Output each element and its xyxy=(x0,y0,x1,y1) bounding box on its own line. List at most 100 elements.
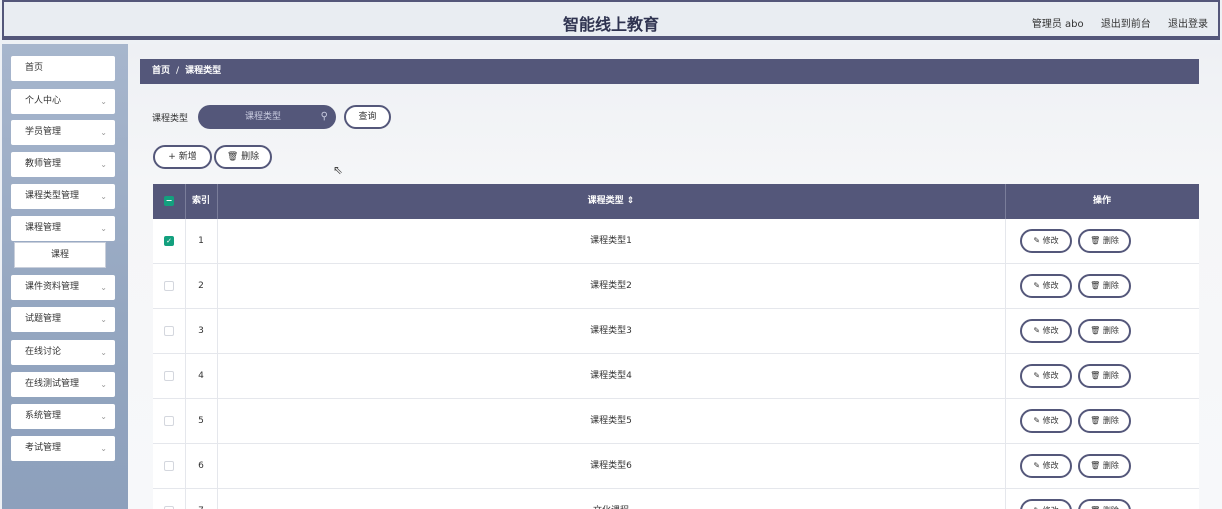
trash-icon: 🗑 xyxy=(1090,416,1101,425)
sidebar-item-personal-center[interactable]: 个人中心 ⌄ xyxy=(11,89,115,114)
delete-label: 删除 xyxy=(1102,281,1119,290)
row-delete-button[interactable]: 🗑 删除 xyxy=(1078,274,1131,298)
sidebar-item-teachers[interactable]: 教师管理 ⌄ xyxy=(11,152,115,177)
pencil-icon: ✎ xyxy=(1033,416,1041,425)
chevron-up-icon: ⌄ xyxy=(100,224,107,233)
trash-icon: 🗑 xyxy=(1090,371,1101,380)
header-operations: 操作 xyxy=(1092,196,1111,206)
trash-icon: 🗑 xyxy=(1090,281,1101,290)
row-delete-button[interactable]: 🗑 删除 xyxy=(1078,229,1131,253)
row-course-type: 课程类型3 xyxy=(590,326,632,336)
chevron-down-icon: ⌄ xyxy=(100,315,107,324)
delete-label: 删除 xyxy=(1102,371,1119,380)
sidebar-item-label: 课件资料管理 xyxy=(25,282,80,292)
edit-label: 修改 xyxy=(1042,461,1059,470)
main-content: 首页 / 课程类型 课程类型 课程类型 ⚲ 查询 + 新增 🗑 删除 ⇖ − 索引 … xyxy=(128,44,1222,509)
sidebar-item-label: 首页 xyxy=(25,63,44,73)
sidebar-item-online-tests[interactable]: 在线测试管理 ⌄ xyxy=(11,372,115,397)
row-checkbox[interactable] xyxy=(164,461,174,471)
table-row: 5 课程类型5 ✎ 修改 🗑 删除 xyxy=(153,399,1199,444)
back-to-front-link[interactable]: 退出到前台 xyxy=(1101,19,1151,30)
header-course-type[interactable]: 课程类型 ⇕ xyxy=(217,184,1005,219)
sidebar-item-label: 试题管理 xyxy=(25,314,62,324)
chevron-down-icon: ⌄ xyxy=(100,160,107,169)
row-course-type: 课程类型1 xyxy=(590,236,632,246)
breadcrumb-separator: / xyxy=(176,66,180,76)
edit-button[interactable]: ✎ 修改 xyxy=(1020,274,1072,298)
sidebar-item-label: 个人中心 xyxy=(25,96,62,106)
chevron-down-icon: ⌄ xyxy=(100,444,107,453)
header-links: 管理员 abo 退出到前台 退出登录 xyxy=(1018,15,1208,30)
sidebar-item-label: 系统管理 xyxy=(25,411,62,421)
edit-button[interactable]: ✎ 修改 xyxy=(1020,319,1072,343)
row-checkbox[interactable] xyxy=(164,371,174,381)
edit-label: 修改 xyxy=(1042,416,1059,425)
edit-button[interactable]: ✎ 修改 xyxy=(1020,364,1072,388)
search-icon: ⚲ xyxy=(320,111,328,122)
checkbox-indeterminate-icon[interactable]: − xyxy=(164,196,174,206)
search-label: 课程类型 xyxy=(152,114,189,124)
logout-link[interactable]: 退出登录 xyxy=(1168,19,1208,30)
edit-label: 修改 xyxy=(1042,371,1059,380)
table-row: 6 课程类型6 ✎ 修改 🗑 删除 xyxy=(153,444,1199,489)
breadcrumb-current: 课程类型 xyxy=(185,66,222,76)
search-input[interactable]: 课程类型 ⚲ xyxy=(198,105,336,129)
chevron-down-icon: ⌄ xyxy=(100,97,107,106)
delete-label: 删除 xyxy=(1102,461,1119,470)
chevron-down-icon: ⌄ xyxy=(100,412,107,421)
pencil-icon: ✎ xyxy=(1033,281,1041,290)
row-delete-button[interactable]: 🗑 删除 xyxy=(1078,364,1131,388)
pencil-icon: ✎ xyxy=(1033,236,1041,245)
sidebar-subitem-course[interactable]: 课程 xyxy=(14,242,106,268)
search-placeholder: 课程类型 xyxy=(245,112,282,122)
row-index: 3 xyxy=(198,326,204,336)
edit-button[interactable]: ✎ 修改 xyxy=(1020,409,1072,433)
row-checkbox[interactable] xyxy=(164,326,174,336)
row-course-type: 课程类型5 xyxy=(590,416,632,426)
sidebar-item-materials[interactable]: 课件资料管理 ⌄ xyxy=(11,275,115,300)
row-index: 7 xyxy=(185,489,217,509)
header-select-all[interactable]: − xyxy=(153,184,185,219)
course-type-table: − 索引 课程类型 ⇕ 操作 ✓ 1 课程类型1 ✎ 修改 🗑 删除 2 课程类型2 ✎ 修改… xyxy=(153,184,1199,509)
add-button[interactable]: + 新增 xyxy=(153,145,212,169)
trash-icon: 🗑 xyxy=(1090,236,1101,245)
row-index: 2 xyxy=(198,281,204,291)
sidebar-item-questions[interactable]: 试题管理 ⌄ xyxy=(11,307,115,332)
row-index: 5 xyxy=(198,416,204,426)
sidebar: 首页 个人中心 ⌄ 学员管理 ⌄ 教师管理 ⌄ 课程类型管理 ⌄ 课程管理 ⌄ … xyxy=(2,44,128,509)
edit-button[interactable]: ✎ 修改 xyxy=(1020,499,1072,509)
sidebar-item-discussion[interactable]: 在线讨论 ⌄ xyxy=(11,340,115,365)
sidebar-item-label: 课程管理 xyxy=(25,223,62,233)
mouse-cursor-icon: ⇖ xyxy=(333,163,344,177)
sidebar-item-course-types[interactable]: 课程类型管理 ⌄ xyxy=(11,184,115,209)
breadcrumb-home[interactable]: 首页 xyxy=(152,66,170,76)
row-course-type: 文化课程 xyxy=(217,489,1005,509)
chevron-down-icon: ⌄ xyxy=(100,283,107,292)
row-delete-button[interactable]: 🗑 删除 xyxy=(1078,409,1131,433)
sidebar-item-students[interactable]: 学员管理 ⌄ xyxy=(11,120,115,145)
sidebar-item-home[interactable]: 首页 xyxy=(11,56,115,81)
row-delete-button[interactable]: 🗑 删除 xyxy=(1078,454,1131,478)
sidebar-item-courses[interactable]: 课程管理 ⌄ xyxy=(11,216,115,241)
sidebar-item-system[interactable]: 系统管理 ⌄ xyxy=(11,404,115,429)
edit-label: 修改 xyxy=(1042,236,1059,245)
sidebar-item-label: 考试管理 xyxy=(25,443,62,453)
row-course-type: 课程类型6 xyxy=(590,461,632,471)
sidebar-item-label: 在线测试管理 xyxy=(25,379,80,389)
row-checkbox[interactable] xyxy=(164,281,174,291)
row-checkbox[interactable]: ✓ xyxy=(164,236,174,246)
sidebar-item-exams[interactable]: 考试管理 ⌄ xyxy=(11,436,115,461)
row-index: 6 xyxy=(198,461,204,471)
edit-button[interactable]: ✎ 修改 xyxy=(1020,454,1072,478)
chevron-down-icon: ⌄ xyxy=(100,192,107,201)
row-delete-button[interactable]: 🗑 删除 xyxy=(1078,319,1131,343)
table-row: 4 课程类型4 ✎ 修改 🗑 删除 xyxy=(153,354,1199,399)
row-delete-button[interactable]: 🗑 删除 xyxy=(1078,499,1131,509)
admin-username: 管理员 abo xyxy=(1031,19,1084,30)
delete-button[interactable]: 🗑 删除 xyxy=(214,145,272,169)
sidebar-item-label: 课程类型管理 xyxy=(25,191,80,201)
edit-button[interactable]: ✎ 修改 xyxy=(1020,229,1072,253)
table-header: − 索引 课程类型 ⇕ 操作 xyxy=(153,184,1199,219)
row-checkbox[interactable] xyxy=(164,416,174,426)
query-button[interactable]: 查询 xyxy=(344,105,391,129)
